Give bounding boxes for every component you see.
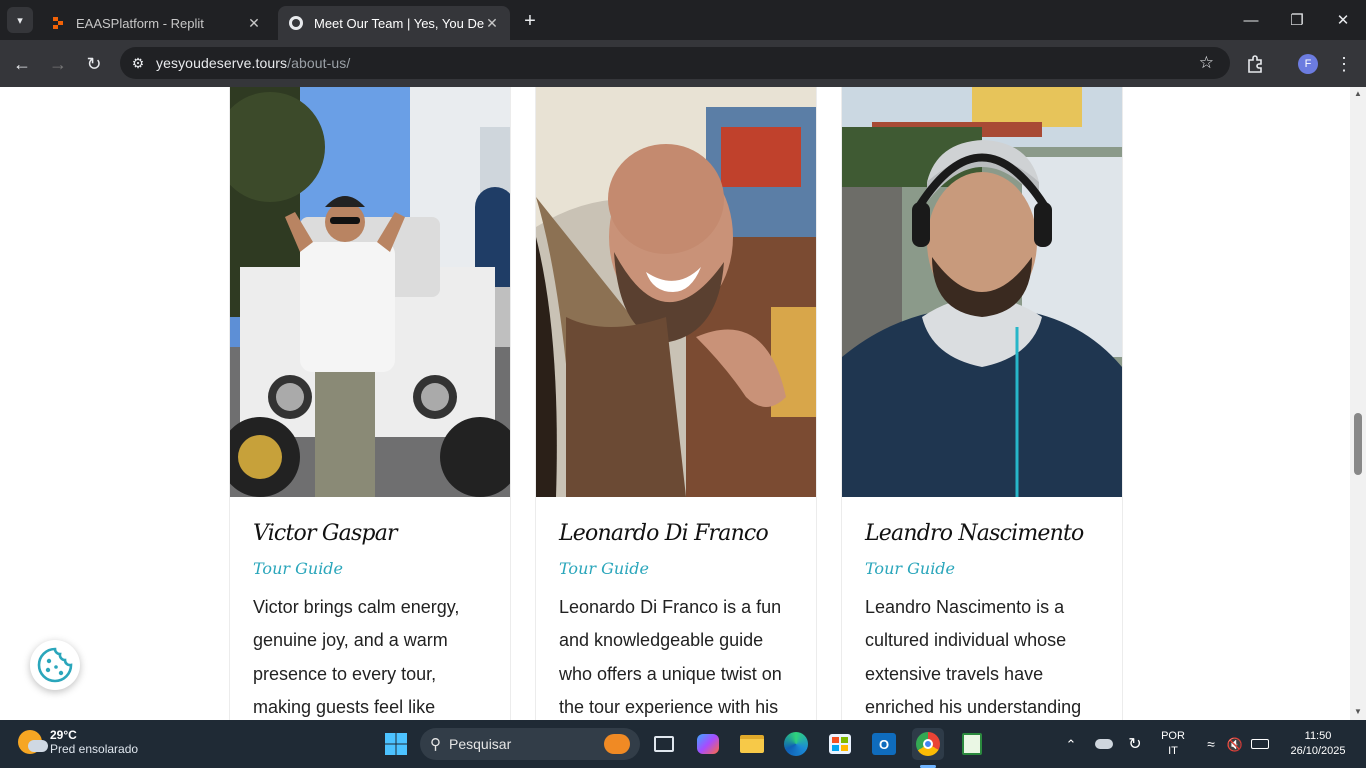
weather-description: Pred ensolarado — [50, 742, 139, 756]
close-tab-icon[interactable]: ✕ — [246, 15, 262, 32]
reload-button[interactable]: ↻ — [81, 51, 107, 77]
windows-logo-icon — [385, 733, 407, 755]
tab-replit[interactable]: EAASPlatform - Replit ✕ — [40, 6, 272, 40]
battery-icon[interactable] — [1249, 720, 1271, 768]
clock-time: 11:50 — [1304, 730, 1332, 742]
close-window-button[interactable]: ✕ — [1320, 0, 1366, 40]
restore-button[interactable]: ❐ — [1274, 0, 1320, 40]
chrome-menu-button[interactable]: ⋮ — [1331, 51, 1357, 77]
cookie-icon — [37, 647, 73, 683]
tab-title: Meet Our Team | Yes, You Deserve — [314, 15, 484, 31]
team-card: Leandro Nascimento Tour Guide Leandro Na… — [841, 87, 1123, 720]
tab-meet-our-team[interactable]: Meet Our Team | Yes, You Deserve ✕ — [278, 6, 510, 40]
close-tab-icon[interactable]: ✕ — [484, 15, 500, 32]
weather-widget[interactable]: 29°C Pred ensolarado — [18, 728, 138, 756]
microsoft-store-icon[interactable] — [824, 728, 856, 760]
windows-taskbar: 29°C Pred ensolarado ⚲ Pesquisar O ⌃ ↻ P… — [0, 720, 1366, 768]
taskbar-search[interactable]: ⚲ Pesquisar — [420, 728, 640, 760]
task-view-icon[interactable] — [648, 728, 680, 760]
keyboard-layout: IT — [1168, 745, 1178, 757]
replit-favicon-icon — [50, 15, 66, 31]
profile-button[interactable]: F — [1295, 51, 1321, 77]
sync-icon[interactable]: ↻ — [1124, 720, 1146, 768]
extensions-button[interactable] — [1242, 51, 1268, 77]
team-member-bio: Leonardo Di Franco is a fun and knowledg… — [559, 597, 782, 718]
chart-app-icon[interactable] — [956, 728, 988, 760]
outlook-icon[interactable]: O — [868, 728, 900, 760]
team-member-role: Tour Guide — [559, 559, 650, 578]
cookie-settings-button[interactable] — [30, 640, 80, 690]
onedrive-icon[interactable] — [1093, 720, 1115, 768]
volume-muted-icon[interactable]: 🔇 — [1224, 720, 1246, 768]
search-placeholder: Pesquisar — [449, 736, 512, 752]
show-hidden-icons-button[interactable]: ⌃ — [1060, 720, 1082, 768]
wifi-icon[interactable]: ≈ — [1200, 720, 1222, 768]
tab-title: EAASPlatform - Replit — [76, 15, 204, 31]
address-bar[interactable]: ⚙ yesyoudeserve.tours/about-us/ ☆ — [120, 47, 1230, 79]
team-member-role: Tour Guide — [253, 559, 344, 578]
scroll-down-icon[interactable]: ▼ — [1353, 707, 1363, 717]
team-member-bio: Victor brings calm energy, genuine joy, … — [253, 597, 460, 718]
chevron-up-icon: ⌃ — [1065, 736, 1077, 752]
input-language-indicator[interactable]: POR IT — [1155, 720, 1191, 768]
chevron-down-icon: ▾ — [17, 14, 23, 27]
avatar: F — [1298, 54, 1318, 74]
chrome-taskbar-icon[interactable] — [912, 728, 944, 760]
partly-sunny-icon — [18, 730, 48, 754]
minimize-button[interactable]: — — [1228, 0, 1274, 40]
arrow-right-icon: → — [49, 53, 67, 74]
team-photo-victor — [230, 87, 510, 497]
team-photo-leandro — [842, 87, 1122, 497]
arrow-left-icon: ← — [13, 53, 31, 74]
tab-search-button[interactable]: ▾ — [7, 7, 33, 33]
scroll-up-icon[interactable]: ▲ — [1353, 89, 1363, 99]
url-text: yesyoudeserve.tours/about-us/ — [156, 55, 351, 71]
language-code: POR — [1161, 730, 1185, 742]
file-explorer-icon[interactable] — [736, 728, 768, 760]
site-favicon-icon — [288, 15, 304, 31]
weather-temperature: 29°C — [50, 728, 77, 742]
team-card: Victor Gaspar Tour Guide Victor brings c… — [229, 87, 511, 720]
site-info-icon[interactable]: ⚙ — [128, 55, 148, 72]
bookmark-star-icon[interactable]: ☆ — [1199, 53, 1214, 73]
team-member-role: Tour Guide — [865, 559, 956, 578]
search-icon: ⚲ — [430, 736, 441, 753]
forward-button[interactable]: → — [45, 51, 71, 77]
team-member-name: Leandro Nascimento — [865, 521, 1084, 546]
clock[interactable]: 11:50 26/10/2025 — [1278, 720, 1358, 768]
reload-icon: ↻ — [86, 53, 102, 74]
m365-icon[interactable] — [692, 728, 724, 760]
start-button[interactable] — [380, 728, 412, 760]
back-button[interactable]: ← — [9, 51, 35, 77]
clock-date: 26/10/2025 — [1290, 745, 1346, 757]
team-member-bio: Leandro Nascimento is a cultured individ… — [865, 597, 1082, 718]
tab-strip: ▾ EAASPlatform - Replit ✕ Meet Our Team … — [0, 0, 1366, 40]
more-vert-icon: ⋮ — [1335, 53, 1353, 74]
team-card: Leonardo Di Franco Tour Guide Leonardo D… — [535, 87, 817, 720]
edge-icon[interactable] — [780, 728, 812, 760]
page-content: Victor Gaspar Tour Guide Victor brings c… — [0, 87, 1350, 720]
puzzle-icon — [1248, 55, 1262, 73]
search-highlight-icon — [604, 734, 630, 754]
page-scrollbar[interactable]: ▲ ▼ — [1350, 87, 1366, 720]
new-tab-button[interactable]: + — [518, 9, 542, 33]
team-member-name: Victor Gaspar — [253, 521, 398, 546]
scrollbar-thumb[interactable] — [1354, 413, 1362, 475]
team-member-name: Leonardo Di Franco — [559, 521, 769, 546]
team-photo-leonardo — [536, 87, 816, 497]
